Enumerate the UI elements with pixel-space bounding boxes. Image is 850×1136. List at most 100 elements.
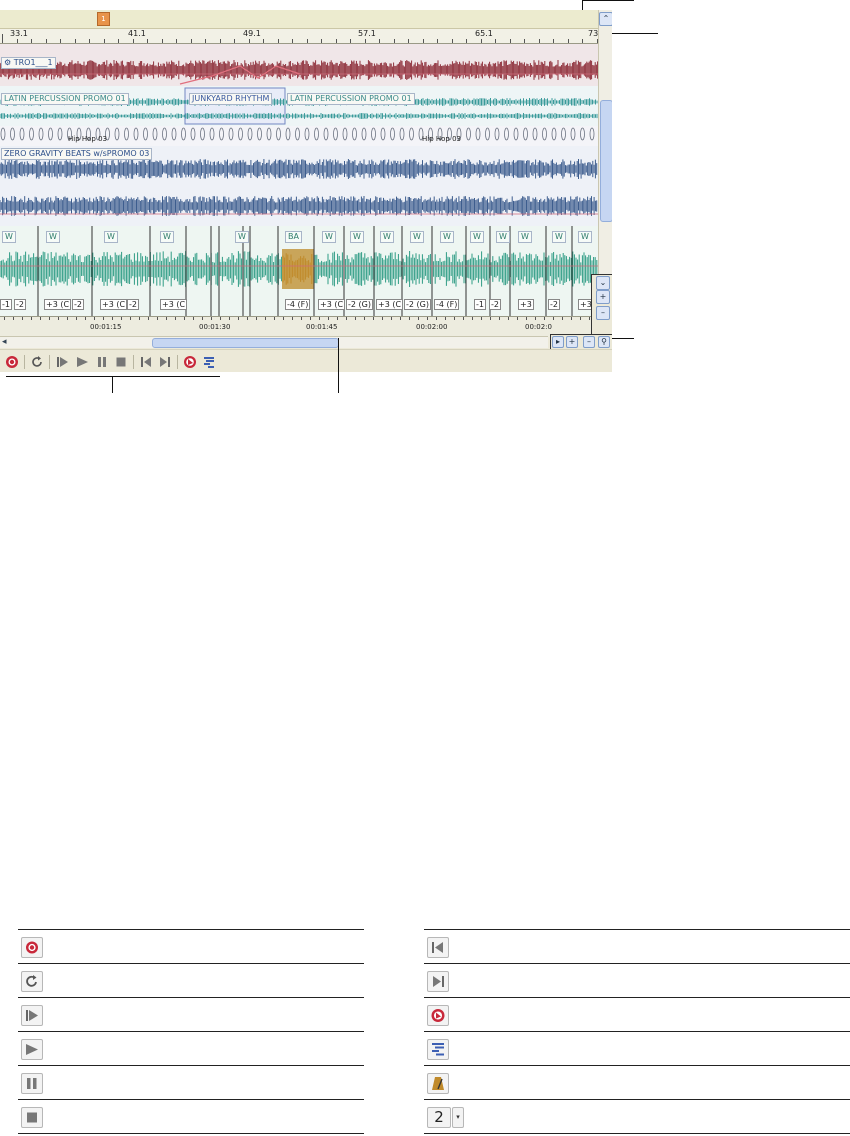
legend-row-go-to-end xyxy=(424,963,850,997)
ruler-tick xyxy=(147,39,148,43)
zoom-scroll-down-button[interactable]: ⌄ xyxy=(596,276,610,290)
time-label: 00:01:45 xyxy=(306,323,338,331)
clip-label-track3-b: Hip Hop 03 xyxy=(422,135,461,143)
ruler-tick xyxy=(220,39,221,43)
scroll-right-icon[interactable]: ▸ xyxy=(552,336,564,348)
time-tick xyxy=(13,317,14,320)
ruler-tick xyxy=(510,39,511,43)
ruler-tick xyxy=(162,39,163,43)
clip-label-track5[interactable]: W xyxy=(2,231,16,243)
ruler-tick xyxy=(379,39,380,43)
ruler-tick xyxy=(292,39,293,43)
metronome-settings-icon[interactable] xyxy=(202,355,216,369)
go-to-end-icon[interactable] xyxy=(158,355,172,369)
time-tick xyxy=(544,317,545,320)
zoom-out-vertical-button[interactable]: – xyxy=(596,306,610,320)
time-tick xyxy=(490,317,491,320)
track-area: ⚙ TRO1___1 LATIN PERCUSSION PROMO 01 JUN… xyxy=(0,44,598,316)
time-tick xyxy=(193,317,194,320)
clip-label-track5[interactable]: W xyxy=(322,231,336,243)
daw-window: 1 33.1 41.1 49.1 57.1 65.1 73 ⚙ TRO1___1 LATI… xyxy=(0,10,612,372)
pitch-label: -1 xyxy=(474,299,486,310)
ruler-tick xyxy=(582,39,583,43)
time-tick xyxy=(328,317,329,320)
legend-row-stop xyxy=(18,1099,364,1134)
go-to-start-icon[interactable] xyxy=(139,355,153,369)
clip-label-track5[interactable]: W xyxy=(380,231,394,243)
time-tick xyxy=(67,317,68,320)
time-tick xyxy=(94,317,95,320)
play-icon[interactable] xyxy=(75,355,89,369)
zoom-in-vertical-button[interactable]: + xyxy=(596,290,610,304)
ruler-tick xyxy=(466,39,467,43)
pitch-label: -2 (G) xyxy=(346,299,373,310)
clip-label-track5[interactable]: W xyxy=(496,231,510,243)
waveform-canvas xyxy=(0,44,598,316)
loop-icon xyxy=(21,971,43,992)
magnify-icon[interactable]: ⚲ xyxy=(598,336,610,348)
clip-label-track5[interactable]: W xyxy=(440,231,454,243)
time-tick xyxy=(418,317,419,320)
clip-label-track5[interactable]: W xyxy=(46,231,60,243)
clip-label-track4[interactable]: ZERO GRAVITY BEATS w/sPROMO 03 xyxy=(1,148,153,160)
pitch-label: +3 xyxy=(518,299,534,310)
time-tick xyxy=(445,317,446,320)
ruler-label: 65.1 xyxy=(475,29,493,38)
time-tick xyxy=(472,317,473,320)
horizontal-scrollbar[interactable]: ◂ xyxy=(0,336,548,348)
play-from-start-icon[interactable] xyxy=(55,355,69,369)
play-from-start-icon xyxy=(21,1005,43,1026)
time-tick xyxy=(382,317,383,320)
clip-label-track5[interactable]: W xyxy=(235,231,249,243)
time-tick xyxy=(283,317,284,320)
clip-label-track2-a[interactable]: LATIN PERCUSSION PROMO 01 xyxy=(1,93,129,105)
legend-row-loop xyxy=(18,963,364,997)
clip-label-track5[interactable]: W xyxy=(104,231,118,243)
record-icon[interactable] xyxy=(5,355,19,369)
time-label: 00:02:00 xyxy=(416,323,448,331)
clip-label-track5[interactable]: W xyxy=(350,231,364,243)
clip-label-track5[interactable]: W xyxy=(518,231,532,243)
horizontal-scroll-thumb[interactable] xyxy=(152,338,339,348)
pitch-label: -2 xyxy=(127,299,139,310)
clip-label-track5[interactable]: W xyxy=(578,231,592,243)
clip-label-track1[interactable]: ⚙ TRO1___1 xyxy=(1,57,56,69)
clip-label-track5[interactable]: W xyxy=(160,231,174,243)
ruler-label: 41.1 xyxy=(128,29,146,38)
pause-icon[interactable] xyxy=(95,355,109,369)
pause-icon xyxy=(21,1073,43,1094)
clip-label-track2-b[interactable]: JUNKYARD RHYTHM xyxy=(189,93,273,105)
time-ruler[interactable]: 00:01:15 00:01:30 00:01:45 00:02:00 00:02:0 xyxy=(0,316,598,337)
scroll-up-button[interactable]: ⌃ xyxy=(599,12,612,26)
time-tick xyxy=(517,317,518,320)
time-tick xyxy=(400,317,401,320)
ruler-tick xyxy=(263,39,264,43)
zoom-out-horizontal-button[interactable]: – xyxy=(583,336,595,348)
stop-icon[interactable] xyxy=(114,355,128,369)
pitch-label: -2 xyxy=(489,299,501,310)
go-to-end-icon xyxy=(427,971,449,992)
clip-label-track2-c[interactable]: LATIN PERCUSSION PROMO 01 xyxy=(287,93,415,105)
marker-strip[interactable] xyxy=(0,10,598,29)
bar-ruler[interactable]: 33.1 41.1 49.1 57.1 65.1 73 xyxy=(0,29,598,44)
clip-label-track5[interactable]: W xyxy=(470,231,484,243)
ruler-tick xyxy=(278,39,279,43)
ruler-tick xyxy=(365,39,366,43)
record-punch-icon[interactable] xyxy=(183,355,197,369)
vertical-scroll-thumb[interactable] xyxy=(600,100,612,222)
clip-label-track5[interactable]: W xyxy=(410,231,424,243)
time-label: 00:01:30 xyxy=(199,323,231,331)
ruler-tick xyxy=(46,39,47,43)
clip-label-track5[interactable]: BA xyxy=(285,231,302,243)
time-tick xyxy=(130,317,131,320)
ruler-label: 73 xyxy=(588,29,599,38)
clip-icon: ⚙ xyxy=(4,58,14,67)
pitch-label: -1 xyxy=(0,299,12,310)
zoom-controls: ⌄ + – ▸ + – ⚲ xyxy=(549,274,612,350)
zoom-in-horizontal-button[interactable]: + xyxy=(566,336,578,348)
record-icon xyxy=(21,937,43,958)
loop-icon[interactable] xyxy=(30,355,44,369)
scroll-left-icon[interactable]: ◂ xyxy=(2,337,7,347)
clip-label-track5[interactable]: W xyxy=(552,231,566,243)
marker-flag[interactable]: 1 xyxy=(97,12,110,26)
